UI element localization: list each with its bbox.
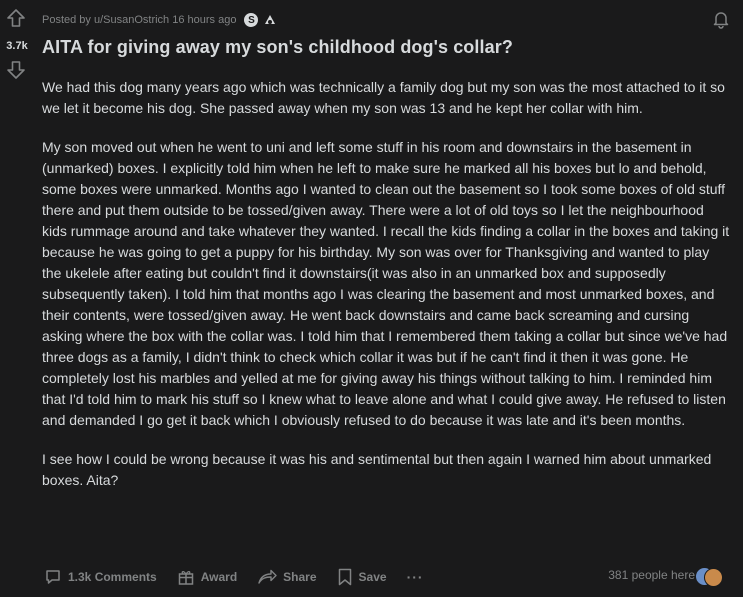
comments-button[interactable]: 1.3k Comments xyxy=(44,568,157,586)
post-card: 3.7k Posted by u/SusanOstrich 16 hours a… xyxy=(0,0,743,597)
downvote-icon[interactable] xyxy=(6,60,26,80)
post-meta: Posted by u/SusanOstrich 16 hours ago S xyxy=(42,12,278,28)
avatar xyxy=(704,568,723,587)
post-actions-bar: 1.3k Comments Award Share Save ··· xyxy=(44,564,424,590)
upvote-icon[interactable] xyxy=(6,8,26,28)
viewers-count: 381 people here xyxy=(608,568,695,582)
save-icon xyxy=(337,568,353,586)
bell-icon[interactable] xyxy=(711,9,731,29)
post-title[interactable]: AITA for giving away my son's childhood … xyxy=(42,37,513,58)
post-body: We had this dog many years ago which was… xyxy=(42,77,732,509)
silver-award-icon: S xyxy=(244,13,259,27)
vote-count: 3.7k xyxy=(6,40,28,52)
share-button[interactable]: Share xyxy=(257,568,317,586)
award-icon xyxy=(177,568,195,586)
post-paragraph: I see how I could be wrong because it wa… xyxy=(42,451,712,488)
comments-label: 1.3k Comments xyxy=(68,570,157,584)
award-button[interactable]: Award xyxy=(177,568,237,586)
viewer-avatars xyxy=(695,566,725,587)
award-label: Award xyxy=(200,570,238,584)
wholesome-award-icon xyxy=(262,12,278,28)
share-label: Share xyxy=(283,570,317,584)
save-button[interactable]: Save xyxy=(337,568,387,586)
share-icon xyxy=(257,568,277,586)
more-icon[interactable]: ··· xyxy=(407,569,424,585)
post-paragraph: We had this dog many years ago which was… xyxy=(42,79,725,116)
comment-icon xyxy=(44,568,62,586)
post-paragraph: My son moved out when he went to uni and… xyxy=(42,139,730,428)
post-meta-text[interactable]: Posted by u/SusanOstrich 16 hours ago xyxy=(42,14,236,26)
save-label: Save xyxy=(358,570,387,584)
